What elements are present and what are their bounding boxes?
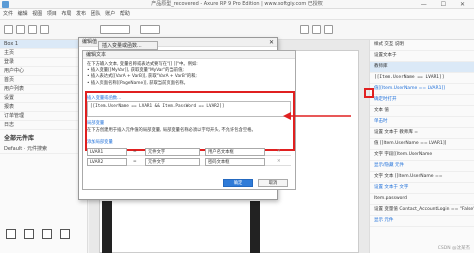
outline-item[interactable]: 设置 xyxy=(0,94,87,103)
equals-sign: = xyxy=(133,159,137,164)
menu-help[interactable]: 帮助 xyxy=(120,11,130,17)
ellipse-widget-icon[interactable] xyxy=(24,229,34,239)
pen-tool-icon[interactable] xyxy=(28,25,37,34)
var-name-field[interactable]: LVAR1 xyxy=(87,148,127,156)
menu-publish[interactable]: 发布 xyxy=(76,11,86,17)
publish-icon[interactable] xyxy=(324,25,333,34)
grid-widget-icon[interactable] xyxy=(60,229,70,239)
interaction-section[interactable]: 显示 元件 xyxy=(370,216,474,227)
var-target-select[interactable]: 密码文本框 xyxy=(205,158,265,166)
outline-item[interactable]: 报表 xyxy=(0,103,87,112)
delete-var-icon[interactable]: ✕ xyxy=(277,158,281,166)
widget-palette xyxy=(4,225,84,249)
interaction-section: 文本 值 xyxy=(370,106,474,117)
library-search[interactable]: Default · 元件搜索 xyxy=(0,145,87,154)
checkbox-open[interactable]: 确定时打开 xyxy=(370,95,474,106)
right-tabs[interactable]: 样式 交互 说明 xyxy=(370,40,474,51)
interaction-section: 文字 文本 [[Item.UserName == xyxy=(370,172,474,183)
local-var-row: LVAR2 = 元件文字 密码文本框 ✕ xyxy=(87,158,291,166)
interaction-section[interactable]: 单击时 xyxy=(370,117,474,128)
right-panel: 样式 交互 说明 设置文本于 教师库 [[Item.UserName == LV… xyxy=(369,40,474,253)
left-panel: Box 1 主页 登录 用户中心 首页 用户列表 设置 报表 订单管理 日志 全… xyxy=(0,40,88,253)
interaction-section[interactable]: 显示/隐藏 元件 xyxy=(370,161,474,172)
local-vars-title: 局部变量 xyxy=(87,121,105,126)
outline-item[interactable]: 订单管理 xyxy=(0,112,87,121)
instructions: 在下方输入文本, 变量名称或表达式要写在"[[ ]]"中。例如: • 插入变量[… xyxy=(87,62,287,87)
box-widget-icon[interactable] xyxy=(6,229,16,239)
add-local-var-link[interactable]: 添加局部变量 xyxy=(87,139,113,145)
local-vars-desc: 在下方创建用于插入元件值的局部变量, 局部变量名称必须以字母开头, 不允许包含空… xyxy=(87,128,256,133)
title-bar: 产品原型_recovered - Axure RP 9 Pro Edition … xyxy=(0,0,474,9)
select-tool-icon[interactable] xyxy=(4,25,13,34)
interaction-section: 设置 变量值 Contact_AccountLogin == "False" xyxy=(370,205,474,216)
menu-account[interactable]: 账户 xyxy=(105,11,115,17)
connect-tool-icon[interactable] xyxy=(16,25,25,34)
menu-bar: 文件 编辑 视图 项目 布局 发布 团队 账户 帮助 xyxy=(0,9,474,20)
edit-text-dialog: 编辑文本 在下方输入文本, 变量名称或表达式要写在"[[ ]]"中。例如: • … xyxy=(82,50,296,190)
library-title: 全部元件库 xyxy=(4,135,35,142)
property-label: 设置文本于 xyxy=(370,51,474,62)
interaction-section: 设置 文本于 教师库 = xyxy=(370,128,474,139)
interaction-section: 文字 字段[[Item.UserName xyxy=(370,150,474,161)
var-target-select[interactable]: 用户名文本框 xyxy=(205,148,265,156)
interaction-section[interactable]: 设置 文本于 文字 xyxy=(370,183,474,194)
var-type-select[interactable]: 元件文字 xyxy=(145,148,200,156)
equals-sign: = xyxy=(133,149,137,154)
outline-item[interactable]: 用户中心 xyxy=(0,67,87,76)
window-title: 产品原型_recovered - Axure RP 9 Pro Edition … xyxy=(151,1,323,7)
checkbox-value[interactable]: 值[[Item.UserName == LVAR1]] xyxy=(370,84,474,95)
axure-window: 产品原型_recovered - Axure RP 9 Pro Edition … xyxy=(0,0,474,253)
canvas-shape[interactable] xyxy=(102,201,112,253)
window-controls[interactable]: — ☐ ✕ xyxy=(421,0,471,9)
ok-button[interactable]: 确定 xyxy=(223,179,253,187)
menu-project[interactable]: 项目 xyxy=(47,11,57,17)
menu-team[interactable]: 团队 xyxy=(91,11,101,17)
var-type-select[interactable]: 元件文字 xyxy=(145,158,200,166)
cancel-button[interactable]: 取消 xyxy=(258,179,288,187)
canvas-shape[interactable] xyxy=(250,201,260,253)
inner-dialog-title: 编辑文本 xyxy=(83,51,295,59)
annotation-arrow-icon xyxy=(283,112,351,120)
more-tool-icon[interactable] xyxy=(40,25,49,34)
outline-item[interactable]: 首页 xyxy=(0,76,87,85)
menu-layout[interactable]: 布局 xyxy=(61,11,71,17)
expression-input[interactable]: [[Item.UserName == LVAR1 && Item.PassWor… xyxy=(87,101,291,117)
preview-icon[interactable] xyxy=(300,25,309,34)
value-field[interactable]: [[Item.UserName == LVAR1]] xyxy=(370,73,474,84)
var-name-field[interactable]: LVAR2 xyxy=(87,158,127,166)
interaction-section: 值 [[Item.UserName == LVAR1]] xyxy=(370,139,474,150)
interaction-section: Item.password xyxy=(370,194,474,205)
page-item[interactable]: Box 1 xyxy=(0,40,87,49)
local-var-row: LVAR1 = 元件文字 用户名文本框 ✕ xyxy=(87,148,291,156)
style-select[interactable] xyxy=(140,25,160,34)
outline-item[interactable]: 用户列表 xyxy=(0,85,87,94)
insert-variable-button[interactable]: 插入变量或函数... xyxy=(98,41,158,50)
outline-item[interactable]: 登录 xyxy=(0,58,87,67)
close-icon[interactable]: ✕ xyxy=(269,38,274,47)
delete-var-icon[interactable]: ✕ xyxy=(277,148,281,156)
outline-item[interactable]: 主页 xyxy=(0,49,87,58)
menu-edit[interactable]: 编辑 xyxy=(18,11,28,17)
instruction-line: • 插入页面名称[[PageName]], 获取当前页面名称。 xyxy=(87,80,188,86)
image-widget-icon[interactable] xyxy=(42,229,52,239)
menu-file[interactable]: 文件 xyxy=(3,11,13,17)
fx-button-highlight[interactable] xyxy=(364,88,374,98)
target-field[interactable]: 教师库 xyxy=(370,62,474,73)
menu-view[interactable]: 视图 xyxy=(32,11,42,17)
share-icon[interactable] xyxy=(312,25,321,34)
watermark: CSDN @沈某杰 xyxy=(437,246,470,251)
font-select[interactable] xyxy=(100,25,130,34)
outline-item[interactable]: 日志 xyxy=(0,121,87,130)
